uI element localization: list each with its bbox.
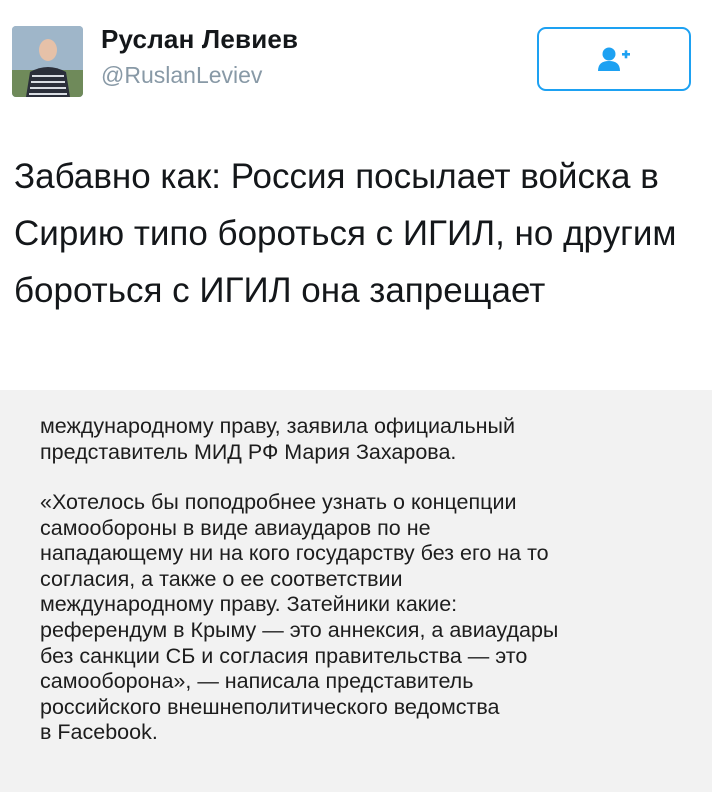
add-user-icon (598, 47, 630, 71)
author-name[interactable]: Руслан Левиев (101, 24, 298, 55)
tweet-header: Руслан Левиев @RuslanLeviev (0, 0, 712, 110)
avatar-photo (12, 26, 83, 97)
author-handle[interactable]: @RuslanLeviev (101, 62, 262, 89)
image-text-paragraph: международному праву, заявила официальны… (40, 414, 516, 464)
image-text-paragraph: «Хотелось бы поподробнее узнать о концеп… (40, 490, 559, 745)
avatar[interactable] (12, 26, 83, 97)
attached-image[interactable]: международному праву, заявила официальны… (0, 390, 712, 792)
tweet-text: Забавно как: Россия посылает войска в Си… (14, 157, 677, 310)
follow-button[interactable] (537, 27, 691, 91)
